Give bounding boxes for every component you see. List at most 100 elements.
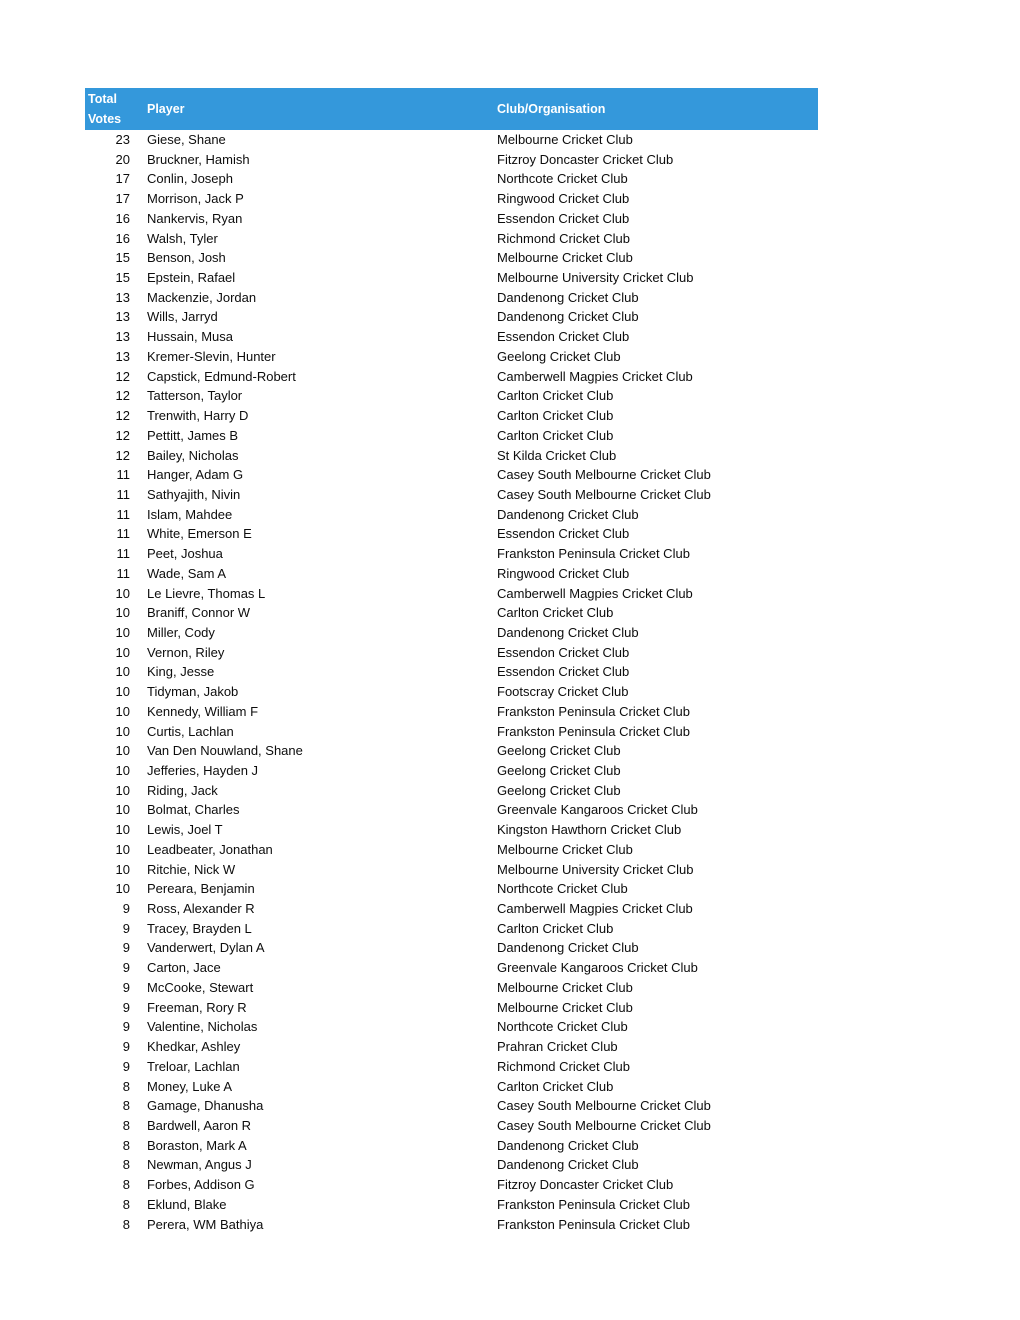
table-row: 10 Tidyman, Jakob Footscray Cricket Club: [85, 682, 818, 702]
cell-club-organisation: Dandenong Cricket Club: [497, 309, 639, 325]
table-row: 10 Ritchie, Nick W Melbourne University Cr…: [85, 860, 818, 880]
table-row: 10 Van Den Nouwland, Shane Geelong Cricket…: [85, 741, 818, 761]
cell-player: Nankervis, Ryan: [147, 210, 243, 226]
cell-club-organisation: Melbourne Cricket Club: [497, 979, 633, 995]
cell-total-votes: 11: [116, 546, 131, 562]
cell-club-organisation: Casey South Melbourne Cricket Club: [497, 467, 711, 483]
cell-total-votes: 23: [115, 132, 130, 147]
table-row: 10 Le Lievre, Thomas L Camberwell Magpies …: [85, 584, 818, 604]
cell-player: Bailey, Nicholas: [147, 447, 239, 463]
table-row: 10 Miller, Cody Dandenong Cricket Club: [85, 623, 818, 643]
cell-player: Newman, Angus J: [147, 1157, 252, 1173]
table-row: 9 Vanderwert, Dylan A Dandenong Cricket Cl…: [85, 938, 818, 958]
cell-player: Benson, Josh: [147, 250, 226, 266]
cell-total-votes: 8: [122, 1117, 130, 1133]
cell-club-organisation: Geelong Cricket Club: [497, 743, 621, 759]
table-row: 9 Carton, Jace Greenvale Kangaroos Cricket…: [85, 958, 818, 978]
table-row: 17 Morrison, Jack P Ringwood Cricket Club: [85, 189, 818, 209]
table-row: 16 Walsh, Tyler Richmond Cricket Club: [85, 229, 818, 249]
cell-player: Forbes, Addison G: [147, 1177, 255, 1193]
table-row: 9 McCooke, Stewart Melbourne Cricket Club: [85, 978, 818, 998]
cell-club-organisation: Northcote Cricket Club: [497, 1019, 628, 1035]
table-row: 8 Money, Luke A Carlton Cricket Club: [85, 1077, 818, 1097]
cell-player: Jefferies, Hayden J: [147, 763, 259, 778]
cell-player: Morrison, Jack P: [147, 191, 244, 207]
table-row: 15 Benson, Josh Melbourne Cricket Club: [85, 248, 818, 268]
cell-player: McCooke, Stewart: [147, 979, 254, 995]
cell-club-organisation: Melbourne Cricket Club: [497, 250, 633, 266]
table-row: 10 Jefferies, Hayden J Geelong Cricket Clu…: [85, 761, 818, 781]
cell-club-organisation: Richmond Cricket Club: [497, 230, 630, 246]
column-header-total-votes-line2: Votes: [88, 112, 122, 126]
table-row: 13 Mackenzie, Jordan Dandenong Cricket Clu…: [85, 288, 818, 308]
cell-player: Epstein, Rafael: [147, 270, 236, 286]
cell-player: Van Den Nouwland, Shane: [147, 743, 303, 759]
table-body: 23 Giese, Shane Melbourne Cricket Club 20 Br…: [85, 130, 818, 1234]
cell-total-votes: 10: [115, 585, 130, 601]
cell-player: Ritchie, Nick W: [147, 861, 236, 877]
cell-total-votes: 13: [115, 329, 130, 345]
cell-total-votes: 10: [115, 723, 130, 739]
cell-club-organisation: Dandenong Cricket Club: [497, 1137, 639, 1153]
table-row: 9 Valentine, Nicholas Northcote Cricket Cl…: [85, 1017, 818, 1037]
cell-total-votes: 8: [122, 1177, 130, 1193]
cell-club-organisation: Carlton Cricket Club: [497, 920, 614, 936]
cell-total-votes: 10: [115, 822, 130, 838]
cell-club-organisation: Ringwood Cricket Club: [497, 191, 630, 207]
cell-total-votes: 13: [115, 348, 130, 364]
cell-player: Perera, WM Bathiya: [147, 1216, 264, 1232]
cell-player: Islam, Mahdee: [147, 506, 233, 522]
votes-table-container: Total Votes Player Club/Organisation 23 G…: [85, 88, 818, 1234]
cell-player: Conlin, Joseph: [147, 171, 233, 187]
cell-player: Riding, Jack: [147, 782, 218, 798]
cell-player: Peet, Joshua: [147, 546, 223, 562]
cell-player: Money, Luke A: [147, 1078, 233, 1094]
cell-player: Capstick, Edmund-Robert: [147, 368, 296, 384]
cell-player: White, Emerson E: [147, 526, 252, 542]
cell-club-organisation: Carlton Cricket Club: [497, 408, 614, 424]
cell-player: Mackenzie, Jordan: [147, 289, 257, 305]
cell-player: Kennedy, William F: [147, 703, 259, 719]
table-row: 13 Hussain, Musa Essendon Cricket Club: [85, 327, 818, 347]
cell-total-votes: 11: [116, 506, 131, 522]
cell-club-organisation: Melbourne Cricket Club: [497, 841, 633, 857]
cell-player: Pettitt, James B: [147, 427, 239, 443]
cell-player: Freeman, Rory R: [147, 999, 247, 1015]
table-row: 20 Bruckner, Hamish Fitzroy Doncaster Cric…: [85, 150, 818, 170]
cell-player: Tracey, Brayden L: [147, 920, 252, 936]
table-row: 8 Bardwell, Aaron R Casey South Melbourne …: [85, 1116, 818, 1136]
cell-total-votes: 20: [115, 151, 130, 167]
cell-club-organisation: Carlton Cricket Club: [497, 388, 614, 404]
cell-total-votes: 10: [115, 664, 130, 680]
table-row: 10 King, Jesse Essendon Cricket Club: [85, 662, 818, 682]
cell-player: Braniff, Connor W: [147, 605, 251, 621]
cell-total-votes: 11: [116, 467, 131, 483]
table-row: 16 Nankervis, Ryan Essendon Cricket Club: [85, 209, 818, 229]
cell-club-organisation: Melbourne Cricket Club: [497, 132, 633, 147]
cell-player: Wade, Sam A: [147, 565, 226, 581]
cell-total-votes: 11: [116, 526, 131, 542]
cell-player: Tidyman, Jakob: [147, 684, 239, 700]
table-row: 10 Lewis, Joel T Kingston Hawthorn Cricket…: [85, 820, 818, 840]
cell-total-votes: 8: [122, 1098, 130, 1114]
table-row: 12 Bailey, Nicholas St Kilda Cricket Club: [85, 446, 818, 466]
cell-total-votes: 8: [122, 1196, 130, 1212]
cell-player: Leadbeater, Jonathan: [147, 841, 273, 857]
cell-player: Kremer-Slevin, Hunter: [147, 348, 276, 364]
table-row: 9 Freeman, Rory R Melbourne Cricket Club: [85, 998, 818, 1018]
table-header: Total Votes Player Club/Organisation: [85, 88, 818, 130]
column-header-total-votes-line1: Total: [88, 92, 117, 106]
cell-club-organisation: Fitzroy Doncaster Cricket Club: [497, 1177, 674, 1193]
table-row: 8 Gamage, Dhanusha Casey South Melbourne C…: [85, 1096, 818, 1116]
cell-club-organisation: Essendon Cricket Club: [497, 210, 630, 226]
cell-total-votes: 8: [122, 1137, 130, 1153]
cell-club-organisation: Carlton Cricket Club: [497, 1078, 614, 1094]
cell-club-organisation: Footscray Cricket Club: [497, 684, 629, 700]
cell-total-votes: 8: [122, 1078, 130, 1094]
table-row: 12 Tatterson, Taylor Carlton Cricket Club: [85, 386, 818, 406]
table-header-row: Total Votes Player Club/Organisation: [85, 88, 818, 130]
cell-club-organisation: Essendon Cricket Club: [497, 329, 630, 345]
table-row: 11 White, Emerson E Essendon Cricket Club: [85, 524, 818, 544]
cell-club-organisation: Carlton Cricket Club: [497, 605, 614, 621]
table-row: 15 Epstein, Rafael Melbourne University Cr…: [85, 268, 818, 288]
